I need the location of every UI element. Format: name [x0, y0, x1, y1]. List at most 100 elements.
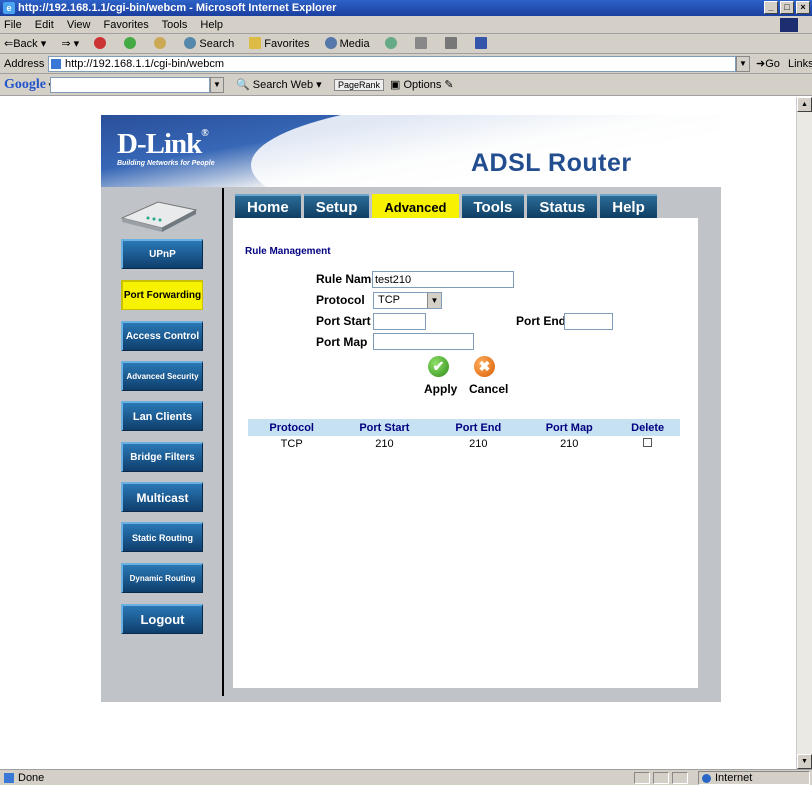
sidebar-item-access-control[interactable]: Access Control	[121, 321, 203, 351]
rules-table: Protocol Port Start Port End Port Map De…	[248, 419, 680, 451]
maximize-button[interactable]: □	[780, 1, 794, 14]
page-icon	[51, 59, 61, 69]
forward-button[interactable]: ⇒ ▾	[61, 38, 79, 50]
pagerank-indicator[interactable]: PageRank	[334, 74, 385, 95]
router-device-icon	[120, 201, 198, 232]
tab-help[interactable]: Help	[600, 194, 657, 218]
cell-port-map: 210	[560, 437, 579, 450]
sidebar-item-port-forwarding[interactable]: Port Forwarding	[121, 280, 203, 310]
window-title: http://192.168.1.1/cgi-bin/webcm - Micro…	[18, 2, 337, 14]
tab-tools[interactable]: Tools	[461, 194, 525, 218]
edit-icon[interactable]	[474, 37, 490, 50]
search-button[interactable]: Search	[184, 37, 235, 50]
sidebar-item-logout[interactable]: Logout	[121, 604, 203, 634]
cell-delete	[615, 436, 680, 451]
tab-advanced[interactable]: Advanced	[372, 194, 459, 218]
rule-name-label: Rule Name	[316, 272, 379, 286]
rule-name-input[interactable]	[372, 271, 514, 288]
tab-setup[interactable]: Setup	[303, 194, 370, 218]
google-dropdown-icon[interactable]: ▼	[210, 77, 224, 93]
go-label: Go	[765, 58, 780, 70]
history-icon[interactable]	[384, 37, 400, 50]
address-bar: Address http://192.168.1.1/cgi-bin/webcm…	[0, 54, 812, 74]
media-button[interactable]: Media	[324, 37, 370, 50]
google-options-button[interactable]: ▣ Options ✎	[390, 74, 454, 95]
port-start-input[interactable]	[373, 313, 426, 330]
tab-home[interactable]: Home	[235, 194, 301, 218]
go-button[interactable]: ➜Go	[756, 54, 780, 73]
page-done-icon	[4, 773, 14, 783]
pagerank-label: PageRank	[334, 79, 385, 91]
protocol-select[interactable]: TCP ▼	[373, 292, 442, 309]
apply-button[interactable]: Apply	[424, 382, 457, 396]
table-row: TCP 210 210 210	[248, 436, 680, 451]
refresh-icon[interactable]	[124, 37, 139, 50]
security-zone: Internet	[698, 771, 810, 785]
back-label: Back	[13, 38, 38, 50]
scroll-up-icon[interactable]: ▲	[797, 97, 812, 112]
google-search-web-button[interactable]: 🔍 Search Web ▾	[236, 74, 322, 95]
menu-edit[interactable]: Edit	[35, 19, 54, 31]
chevron-down-icon[interactable]: ▼	[427, 293, 441, 308]
cell-protocol: TCP	[280, 437, 303, 450]
sidebar-item-lan-clients[interactable]: Lan Clients	[121, 401, 203, 431]
address-input[interactable]: http://192.168.1.1/cgi-bin/webcm	[48, 56, 736, 72]
media-label: Media	[339, 38, 370, 50]
col-port-start: Port Start	[335, 419, 434, 436]
scroll-down-icon[interactable]: ▼	[797, 754, 812, 769]
logo-tagline: Building Networks for People	[117, 160, 215, 167]
port-start-label: Port Start	[316, 314, 371, 328]
options-label: Options	[403, 79, 442, 91]
apply-check-icon[interactable]: ✔	[428, 356, 449, 377]
delete-checkbox[interactable]	[643, 437, 653, 447]
dlink-logo: D-Link®	[117, 128, 209, 160]
table-header-row: Protocol Port Start Port End Port Map De…	[248, 419, 680, 436]
menu-file[interactable]: File	[4, 19, 22, 31]
favorites-label: Favorites	[264, 38, 310, 50]
port-map-input[interactable]	[373, 333, 474, 350]
cell-port-end: 210	[469, 437, 488, 450]
status-text: Done	[18, 772, 45, 784]
window-titlebar: e http://192.168.1.1/cgi-bin/webcm - Mic…	[0, 0, 812, 16]
home-icon[interactable]	[154, 37, 169, 50]
sidebar-item-static-routing[interactable]: Static Routing	[121, 522, 203, 552]
google-logo[interactable]: Google	[4, 77, 46, 92]
menu-view[interactable]: View	[67, 19, 91, 31]
sidebar-item-advanced-security[interactable]: Advanced Security	[121, 361, 203, 391]
address-dropdown-icon[interactable]: ▼	[736, 56, 750, 72]
cancel-button[interactable]: Cancel	[469, 382, 508, 396]
port-end-label: Port End	[516, 314, 566, 328]
menu-favorites[interactable]: Favorites	[104, 19, 149, 31]
sidebar-item-upnp[interactable]: UPnP	[121, 239, 203, 269]
search-label: Search	[199, 38, 235, 50]
tab-status[interactable]: Status	[527, 194, 598, 218]
status-bar: Done Internet	[0, 769, 812, 785]
back-button[interactable]: ⇐Back ▾	[4, 38, 46, 50]
print-icon[interactable]	[444, 37, 460, 50]
menu-help[interactable]: Help	[200, 19, 223, 31]
stop-icon[interactable]	[94, 37, 109, 50]
col-port-map: Port Map	[523, 419, 616, 436]
close-button[interactable]: ×	[796, 1, 810, 14]
col-delete: Delete	[615, 419, 680, 436]
cancel-x-icon[interactable]: ✖	[474, 356, 495, 377]
protocol-value: TCP	[378, 294, 400, 306]
mail-icon[interactable]	[414, 37, 430, 50]
google-search-input[interactable]	[50, 77, 210, 93]
windows-logo-icon	[780, 18, 798, 32]
cell-port-start: 210	[375, 437, 394, 450]
address-value: http://192.168.1.1/cgi-bin/webcm	[65, 58, 224, 70]
sidebar-item-multicast[interactable]: Multicast	[121, 482, 203, 512]
zone-label: Internet	[715, 772, 753, 784]
sidebar-item-dynamic-routing[interactable]: Dynamic Routing	[121, 563, 203, 593]
links-button[interactable]: Links	[788, 54, 812, 73]
menu-bar: File Edit View Favorites Tools Help	[0, 16, 812, 34]
vertical-scrollbar[interactable]: ▲ ▼	[796, 97, 812, 769]
menu-tools[interactable]: Tools	[162, 19, 188, 31]
sidebar-item-bridge-filters[interactable]: Bridge Filters	[121, 442, 203, 472]
favorites-button[interactable]: Favorites	[249, 37, 310, 50]
col-port-end: Port End	[433, 419, 524, 436]
minimize-button[interactable]: _	[764, 1, 778, 14]
content-panel	[233, 218, 698, 688]
port-end-input[interactable]	[564, 313, 613, 330]
